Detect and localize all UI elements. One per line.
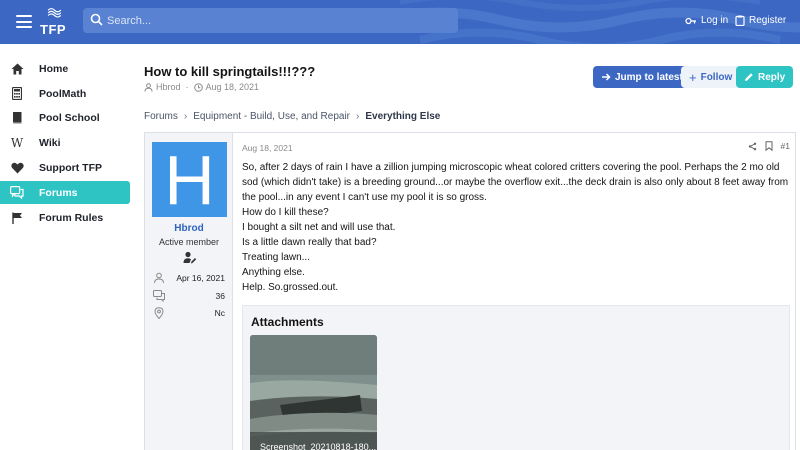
key-icon [685,17,696,24]
login-label: Log in [701,15,729,26]
jump-to-latest-button[interactable]: Jump to latest [593,66,691,88]
location-stat: Nc [153,307,225,319]
messages-stat: 36 [153,290,225,302]
sidebar-item-forums[interactable]: Forums [0,181,130,204]
post-user-info: H Hbrod Active member Apr 16, 2021 36 Nc [145,133,233,450]
clock-icon [193,82,203,92]
avatar[interactable]: H [152,141,227,219]
main-content: How to kill springtails!!!??? Hbrod · Au… [140,44,800,450]
joined-stat: Apr 16, 2021 [153,272,225,284]
post-body: So, after 2 days of rain I have a zillio… [242,160,790,295]
clipboard-icon [735,15,745,26]
follow-button[interactable]: + Follow [681,66,741,88]
user-edit-icon [183,251,197,264]
sidebar-item-home[interactable]: Home [0,57,130,80]
reply-button[interactable]: Reply [736,66,794,88]
sidebar: Home PoolMath Pool School W Wiki Support… [0,44,140,450]
search-input[interactable] [107,11,447,30]
user-icon [144,82,153,92]
sidebar-item-label: Forums [39,186,78,199]
register-label: Register [749,15,787,26]
user-title: Active member [158,237,220,247]
thread-author[interactable]: Hbrod [156,82,181,92]
share-icon[interactable] [748,142,757,151]
wikipedia-icon: W [10,135,24,150]
post-actions: #1 [748,141,790,151]
flag-icon [10,211,24,225]
attachment-image [250,335,377,450]
top-header: TFP Log in Register [0,0,800,44]
post-line: So, after 2 days of rain I have a zillio… [242,162,789,203]
breadcrumb-forums[interactable]: Forums [144,111,178,122]
logo-text[interactable]: TFP [40,22,66,37]
attachments-block: Attachments Screenshot_20210818-180... [242,305,790,450]
joined-value: Apr 16, 2021 [176,273,225,283]
messages-value: 36 [215,291,225,301]
post-line: Help. So.grossed.out. [242,282,339,293]
sidebar-item-label: Pool School [39,111,100,124]
user-icon [154,272,164,284]
post-date[interactable]: Aug 18, 2021 [242,143,293,153]
sidebar-item-support-tfp[interactable]: Support TFP [0,156,130,179]
sidebar-item-label: Wiki [39,136,61,149]
meta-separator: · [185,82,189,92]
bookmark-icon[interactable] [765,141,773,151]
reply-label: Reply [758,71,786,83]
heart-icon [10,161,24,175]
follow-label: Follow [700,71,733,83]
thread-meta: Hbrod · Aug 18, 2021 [144,82,259,92]
post-line: Is a little dawn really that bad? [242,237,377,248]
sidebar-item-label: PoolMath [39,87,87,100]
post-line: I bought a silt net and will use that. [242,222,396,233]
thread-date[interactable]: Aug 18, 2021 [206,82,260,92]
login-link[interactable]: Log in [685,15,728,26]
register-link[interactable]: Register [735,15,786,26]
breadcrumb-equipment[interactable]: Equipment - Build, Use, and Repair [193,111,350,122]
post-message: Aug 18, 2021 #1 So, after 2 days of rain… [234,133,796,450]
post: H Hbrod Active member Apr 16, 2021 36 Nc [144,132,796,450]
sidebar-item-wiki[interactable]: W Wiki [0,131,130,154]
sidebar-item-label: Home [39,62,69,75]
thread-title: How to kill springtails!!!??? [144,64,316,79]
breadcrumb: Forums › Equipment - Build, Use, and Rep… [144,111,440,122]
post-line: Treating lawn... [242,252,310,263]
book-icon [10,111,24,125]
pencil-icon [745,73,753,81]
map-marker-icon [154,307,164,319]
post-line: Anything else. [242,267,305,278]
chevron-right-icon: › [183,111,188,122]
post-username[interactable]: Hbrod [145,223,233,234]
sidebar-item-poolmath[interactable]: PoolMath [0,82,130,105]
post-line: How do I kill these? [242,207,329,218]
home-icon [10,62,24,76]
comments-icon [153,290,165,302]
calculator-icon [10,87,24,101]
sidebar-item-forum-rules[interactable]: Forum Rules [0,206,130,229]
sidebar-item-label: Forum Rules [39,211,104,224]
attachment-thumbnail[interactable]: Screenshot_20210818-180... [250,335,377,450]
menu-icon[interactable] [16,15,32,28]
jump-label: Jump to latest [615,71,683,83]
sidebar-item-label: Support TFP [39,161,102,174]
chevron-right-icon: › [356,111,360,122]
plus-icon: + [689,69,697,85]
sidebar-item-pool-school[interactable]: Pool School [0,106,130,129]
arrow-right-icon [602,73,611,81]
search-icon [90,13,103,26]
breadcrumb-everything-else[interactable]: Everything Else [365,111,440,122]
attachment-caption: Screenshot_20210818-180... [260,442,377,450]
location-value: Nc [214,308,225,318]
comments-icon [10,186,24,200]
attachments-title: Attachments [251,315,324,329]
search-bar[interactable] [83,8,458,33]
post-number[interactable]: #1 [781,141,790,151]
